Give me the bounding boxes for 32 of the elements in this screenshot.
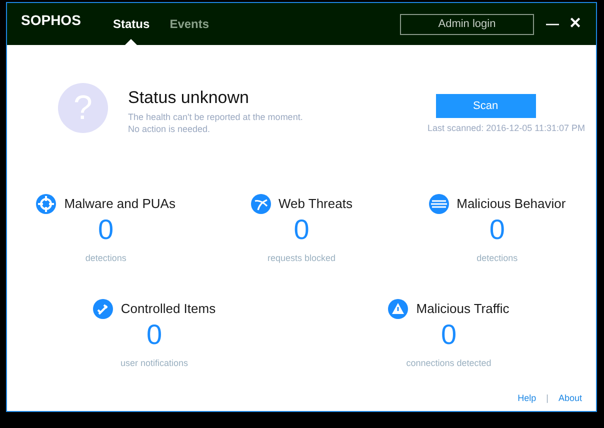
crosshair-icon (36, 194, 56, 214)
help-link[interactable]: Help (518, 392, 536, 405)
stat-title: Malware and PUAs (64, 194, 176, 213)
nav-tab[interactable]: Events (170, 3, 210, 45)
stat-title: Web Threats (278, 194, 352, 213)
link-separator: | (546, 392, 548, 405)
logo: SOPHOS (21, 10, 82, 30)
stat-caption: connections detected (406, 357, 492, 370)
stat-count: 0 (440, 319, 457, 351)
stat-title: Malicious Behavior (456, 194, 566, 213)
about-link[interactable]: About (558, 392, 582, 405)
status-message: The health can't be reported at the moment. (128, 110, 303, 122)
close-button[interactable]: ✕ (569, 12, 582, 36)
warning-icon (388, 299, 408, 319)
status-message: No action is needed. (128, 122, 212, 134)
stat-caption: detections (476, 252, 518, 264)
stat-count: 0 (294, 214, 310, 246)
nav-tab[interactable]: Status (113, 3, 150, 45)
stat-count: 0 (98, 214, 114, 246)
stat-caption: requests blocked (267, 252, 336, 265)
last-scanned-text: Last scanned: 2016-12-05 11:31:07 PM (428, 122, 585, 135)
tab-pointer-icon (125, 39, 138, 45)
sphere-icon (428, 194, 449, 214)
stat-count: 0 (146, 319, 162, 351)
stat-title: Controlled Items (120, 300, 216, 318)
minimize-button[interactable]: — (546, 14, 559, 34)
stat-caption: detections (85, 252, 126, 264)
stat-title: Malicious Traffic (416, 300, 510, 318)
admin-login-button[interactable]: Admin login (400, 14, 534, 34)
stat-count: 0 (489, 214, 505, 246)
stat-caption: user notifications (120, 357, 188, 370)
status-title: Status unknown (128, 87, 250, 109)
